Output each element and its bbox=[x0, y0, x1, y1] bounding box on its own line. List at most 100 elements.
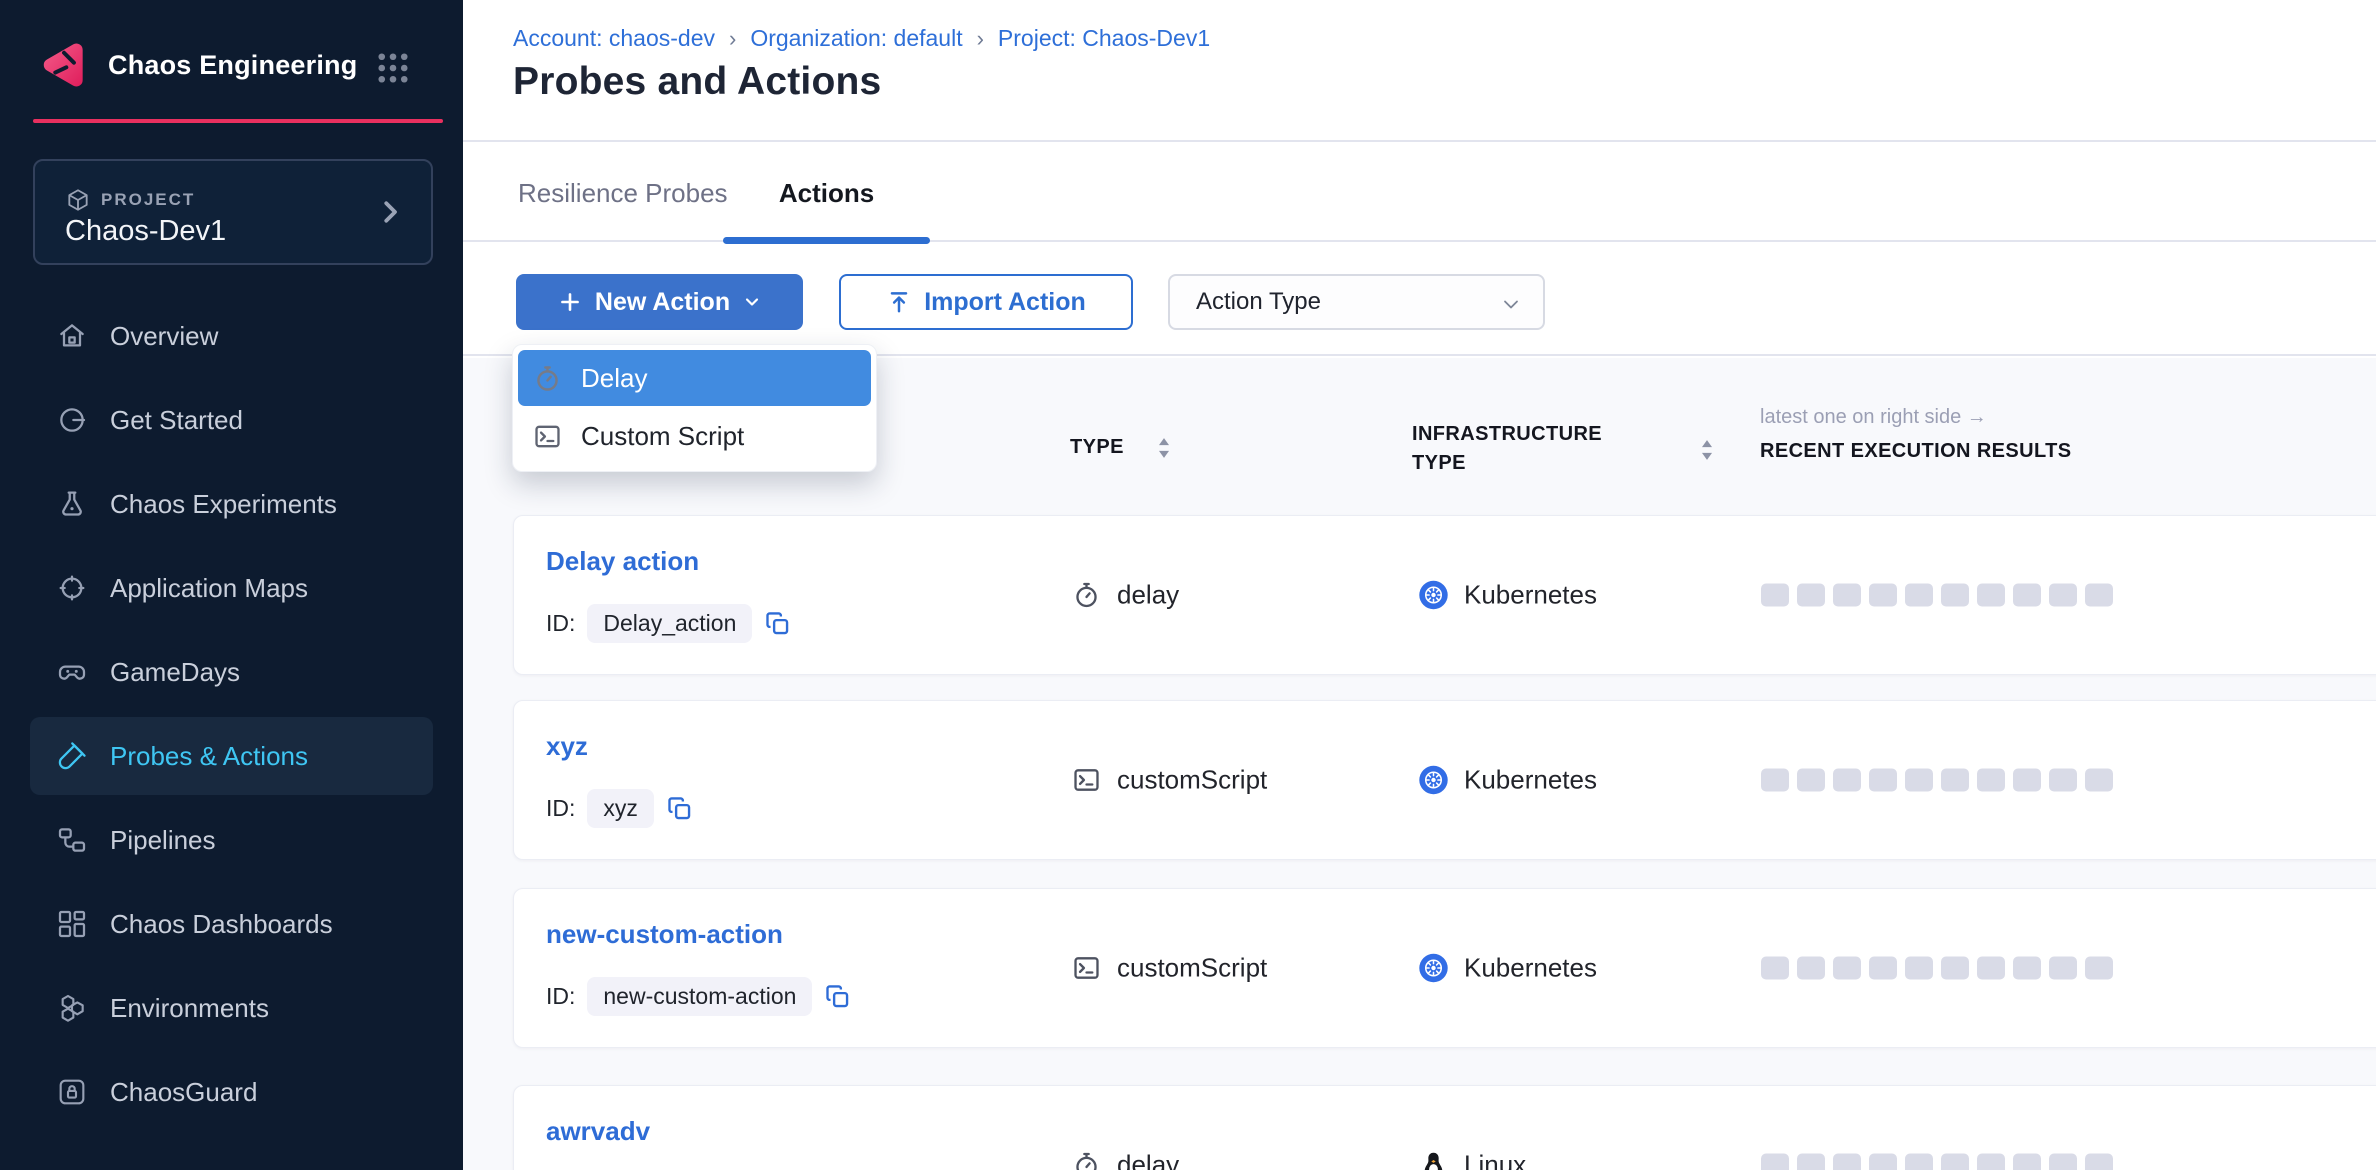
action-id-chip: xyz bbox=[587, 789, 654, 828]
tab-actions[interactable]: Actions bbox=[723, 144, 930, 242]
action-id-line: ID: xyz bbox=[546, 789, 693, 828]
stopwatch-icon bbox=[1071, 580, 1102, 611]
project-label: PROJECT bbox=[101, 190, 195, 210]
execution-result-placeholder bbox=[2013, 584, 2041, 607]
execution-result-placeholder bbox=[1941, 1154, 1969, 1170]
sort-icon-type[interactable] bbox=[1157, 436, 1171, 460]
sidebar-item-label: Application Maps bbox=[110, 573, 308, 604]
sidebar-item-pipelines[interactable]: Pipelines bbox=[0, 798, 463, 882]
sort-icon-infrastructure[interactable] bbox=[1700, 438, 1714, 462]
page-title: Probes and Actions bbox=[513, 60, 881, 104]
app-grid-icon[interactable] bbox=[375, 50, 411, 86]
import-action-button[interactable]: Import Action bbox=[839, 274, 1133, 330]
type-cell: customScript bbox=[1071, 953, 1267, 984]
action-name-link[interactable]: new-custom-action bbox=[546, 919, 783, 950]
menu-item-delay[interactable]: Delay bbox=[518, 350, 871, 406]
execution-result-placeholder bbox=[1797, 957, 1825, 980]
flask-icon bbox=[56, 488, 88, 520]
sidebar-item-chaos-dashboards[interactable]: Chaos Dashboards bbox=[0, 882, 463, 966]
execution-result-placeholder bbox=[1941, 584, 1969, 607]
action-type-filter[interactable]: Action Type bbox=[1168, 274, 1545, 330]
recent-execution-results bbox=[1761, 769, 2113, 792]
breadcrumb-separator: › bbox=[977, 26, 984, 52]
copy-icon[interactable] bbox=[764, 610, 791, 637]
breadcrumb-project[interactable]: Project: Chaos-Dev1 bbox=[998, 25, 1210, 52]
sidebar-item-chaosguard[interactable]: ChaosGuard bbox=[0, 1050, 463, 1134]
execution-result-placeholder bbox=[2049, 1154, 2077, 1170]
sidebar-item-get-started[interactable]: Get Started bbox=[0, 378, 463, 462]
action-id-chip: Delay_action bbox=[587, 604, 752, 643]
execution-result-placeholder bbox=[1977, 584, 2005, 607]
pipeline-icon bbox=[56, 824, 88, 856]
execution-result-placeholder bbox=[1797, 1154, 1825, 1170]
sidebar-item-gamedays[interactable]: GameDays bbox=[0, 630, 463, 714]
tab-resilience-probes[interactable]: Resilience Probes bbox=[518, 144, 728, 242]
sidebar-item-label: Overview bbox=[110, 321, 218, 352]
action-row-new-custom-action[interactable]: new-custom-action ID: new-custom-action … bbox=[513, 888, 2376, 1048]
sidebar-nav: Overview Get Started Chaos Experiments A… bbox=[0, 294, 463, 1134]
sidebar-item-environments[interactable]: Environments bbox=[0, 966, 463, 1050]
action-row-awrvadv[interactable]: awrvadv delay Linux bbox=[513, 1085, 2376, 1170]
breadcrumb-account[interactable]: Account: chaos-dev bbox=[513, 25, 715, 52]
menu-item-custom-script[interactable]: Custom Script bbox=[518, 406, 871, 466]
execution-result-placeholder bbox=[2085, 957, 2113, 980]
chevron-right-icon bbox=[375, 197, 405, 227]
home-icon bbox=[56, 320, 88, 352]
execution-result-placeholder bbox=[2049, 769, 2077, 792]
execution-result-placeholder bbox=[1905, 1154, 1933, 1170]
infrastructure-cell: Kubernetes bbox=[1418, 953, 1597, 984]
recent-execution-results bbox=[1761, 584, 2113, 607]
execution-result-placeholder bbox=[1833, 584, 1861, 607]
execution-result-placeholder bbox=[1761, 1154, 1789, 1170]
project-selector[interactable]: PROJECT Chaos-Dev1 bbox=[33, 159, 433, 265]
chaos-engineering-app: Chaos Engineering PROJECT Chaos-Dev1 Ove… bbox=[0, 0, 2376, 1170]
execution-result-placeholder bbox=[2013, 769, 2041, 792]
stopwatch-icon bbox=[532, 363, 563, 394]
action-name-link[interactable]: Delay action bbox=[546, 546, 699, 577]
recent-results-note: latest one on right side → bbox=[1760, 406, 1987, 429]
type-cell: delay bbox=[1071, 1150, 1179, 1170]
kubernetes-icon bbox=[1418, 765, 1449, 796]
new-action-label: New Action bbox=[595, 288, 730, 317]
sidebar-item-overview[interactable]: Overview bbox=[0, 294, 463, 378]
execution-result-placeholder bbox=[1905, 769, 1933, 792]
breadcrumb: Account: chaos-dev › Organization: defau… bbox=[513, 25, 1210, 52]
sidebar-item-label: ChaosGuard bbox=[110, 1077, 257, 1108]
action-name-link[interactable]: xyz bbox=[546, 731, 588, 762]
type-label: delay bbox=[1117, 1150, 1179, 1170]
chevron-down-icon bbox=[742, 292, 762, 312]
copy-icon[interactable] bbox=[824, 983, 851, 1010]
action-name-link[interactable]: awrvadv bbox=[546, 1116, 650, 1147]
cube-icon bbox=[65, 187, 91, 213]
chevron-down-icon bbox=[1499, 292, 1523, 316]
id-label: ID: bbox=[546, 610, 575, 637]
main-content: Account: chaos-dev › Organization: defau… bbox=[463, 0, 2376, 1170]
execution-result-placeholder bbox=[1869, 957, 1897, 980]
new-action-button[interactable]: New Action bbox=[516, 274, 803, 330]
copy-icon[interactable] bbox=[666, 795, 693, 822]
action-id-line: ID: new-custom-action bbox=[546, 977, 851, 1016]
get-started-icon bbox=[56, 404, 88, 436]
sidebar-item-label: GameDays bbox=[110, 657, 240, 688]
action-row-delay-action[interactable]: Delay action ID: Delay_action delay Kube… bbox=[513, 515, 2376, 675]
execution-result-placeholder bbox=[1977, 769, 2005, 792]
execution-result-placeholder bbox=[1905, 584, 1933, 607]
dashboard-icon bbox=[56, 908, 88, 940]
breadcrumb-organization[interactable]: Organization: default bbox=[750, 25, 962, 52]
sidebar-item-chaos-experiments[interactable]: Chaos Experiments bbox=[0, 462, 463, 546]
infrastructure-cell: Kubernetes bbox=[1418, 580, 1597, 611]
execution-result-placeholder bbox=[2049, 957, 2077, 980]
plus-icon bbox=[557, 289, 583, 315]
sidebar-item-label: Pipelines bbox=[110, 825, 216, 856]
execution-result-placeholder bbox=[1905, 957, 1933, 980]
test-tube-icon bbox=[56, 740, 88, 772]
execution-result-placeholder bbox=[2085, 584, 2113, 607]
sidebar-item-application-maps[interactable]: Application Maps bbox=[0, 546, 463, 630]
type-cell: customScript bbox=[1071, 765, 1267, 796]
action-row-xyz[interactable]: xyz ID: xyz customScript Kubernetes bbox=[513, 700, 2376, 860]
type-label: customScript bbox=[1117, 953, 1267, 984]
execution-result-placeholder bbox=[2013, 1154, 2041, 1170]
actions-toolbar: New Action Import Action Action Type bbox=[463, 244, 2376, 356]
page-header: Account: chaos-dev › Organization: defau… bbox=[463, 0, 2376, 142]
sidebar-item-probes-actions[interactable]: Probes & Actions bbox=[0, 714, 463, 798]
